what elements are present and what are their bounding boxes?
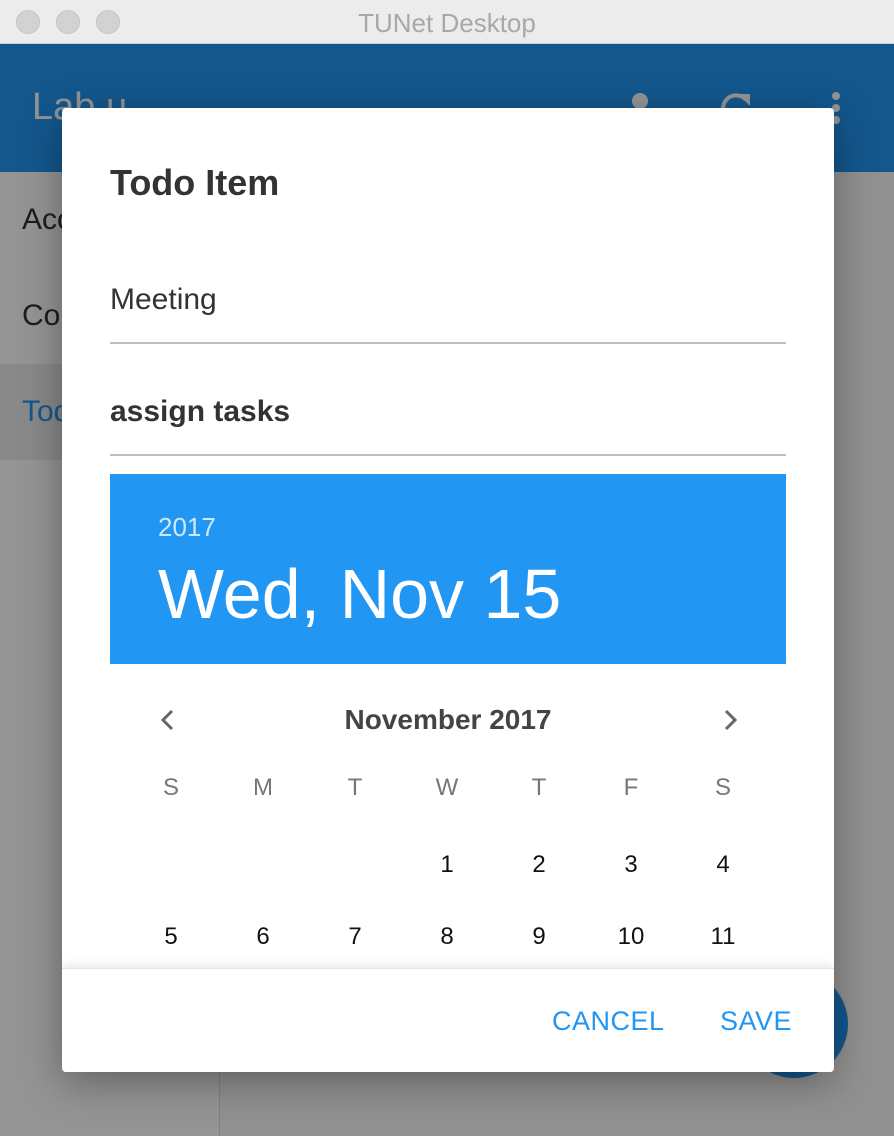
- description-input[interactable]: [110, 392, 786, 432]
- calendar-day-empty: [217, 840, 309, 890]
- calendar-day[interactable]: 2: [493, 840, 585, 890]
- calendar-day[interactable]: 7: [309, 912, 401, 962]
- weekday-label: S: [162, 774, 179, 801]
- weekday-label: T: [347, 774, 363, 801]
- chevron-right-icon: [724, 709, 738, 731]
- selected-year[interactable]: 2017: [158, 512, 216, 543]
- window-titlebar: TUNet Desktop: [0, 0, 894, 44]
- cancel-button[interactable]: CANCEL: [552, 999, 665, 1043]
- weekday-label: T: [531, 774, 547, 801]
- calendar-day[interactable]: 6: [217, 912, 309, 962]
- calendar-navigation: November 2017: [110, 690, 786, 750]
- window-title: TUNet Desktop: [358, 8, 536, 38]
- next-month-button[interactable]: [706, 696, 754, 744]
- weekday-label: M: [253, 774, 273, 801]
- weekday-label: W: [435, 774, 459, 801]
- calendar-day[interactable]: 9: [493, 912, 585, 962]
- weekday-label: S: [714, 774, 731, 801]
- weekday-label: F: [623, 774, 639, 801]
- calendar-day[interactable]: 5: [125, 912, 217, 962]
- weekday-header: S M T W T F S: [125, 774, 769, 814]
- calendar-day-empty: [125, 840, 217, 890]
- calendar-day[interactable]: 4: [677, 840, 769, 890]
- title-field: [110, 272, 786, 344]
- calendar-day[interactable]: 11: [677, 912, 769, 962]
- dialog-actions: CANCEL SAVE: [62, 968, 834, 1072]
- dialog-title: Todo Item: [110, 162, 280, 203]
- save-button[interactable]: SAVE: [720, 999, 792, 1043]
- calendar-day[interactable]: 1: [401, 840, 493, 890]
- calendar-week: 1 2 3 4: [125, 840, 769, 890]
- date-picker-header: 2017 Wed, Nov 15: [110, 474, 786, 664]
- calendar-day[interactable]: 3: [585, 840, 677, 890]
- calendar-week: 5 6 7 8 9 10 11: [125, 912, 769, 962]
- selected-date: Wed, Nov 15: [158, 555, 562, 633]
- month-label: November 2017: [344, 704, 552, 735]
- todo-dialog: Todo Item 2017 Wed, Nov 15 November 2017…: [62, 108, 834, 1072]
- description-field: [110, 384, 786, 456]
- title-input[interactable]: [110, 280, 786, 320]
- calendar-day[interactable]: 10: [585, 912, 677, 962]
- calendar-day[interactable]: 8: [401, 912, 493, 962]
- calendar-day-empty: [309, 840, 401, 890]
